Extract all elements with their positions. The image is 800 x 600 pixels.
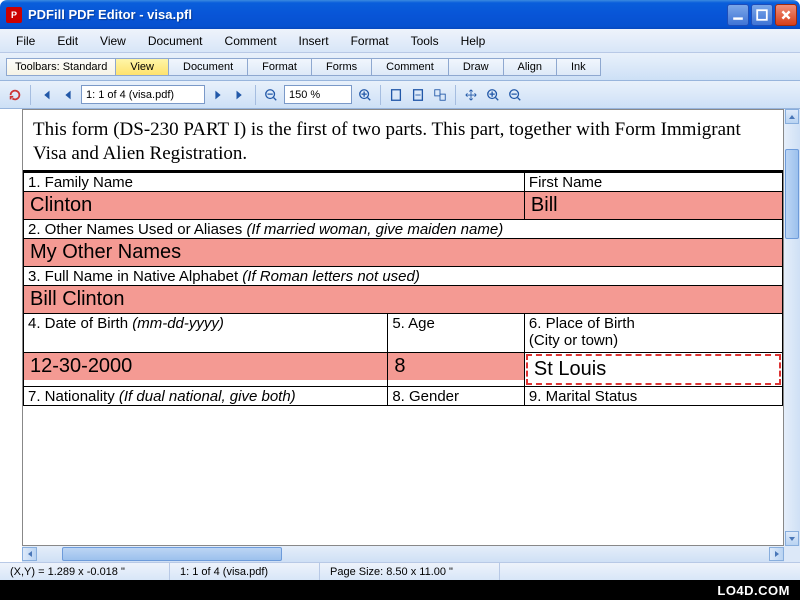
label-age: 5. Age bbox=[388, 314, 524, 332]
first-page-icon[interactable] bbox=[37, 86, 55, 104]
scroll-left-icon[interactable] bbox=[22, 547, 37, 561]
next-page-icon[interactable] bbox=[209, 86, 227, 104]
app-icon: P bbox=[6, 7, 22, 23]
document-viewport[interactable]: This form (DS-230 PART I) is the first o… bbox=[22, 109, 784, 546]
status-coords: (X,Y) = 1.289 x -0.018 " bbox=[0, 563, 170, 580]
menubar: File Edit View Document Comment Insert F… bbox=[0, 29, 800, 53]
field-dob[interactable]: 12-30-2000 bbox=[24, 353, 387, 380]
field-pob[interactable]: St Louis bbox=[526, 354, 781, 385]
label-pob-sub: (City or town) bbox=[525, 332, 782, 351]
scroll-up-icon[interactable] bbox=[785, 109, 799, 124]
maximize-button[interactable] bbox=[751, 4, 773, 26]
last-page-icon[interactable] bbox=[231, 86, 249, 104]
hscroll-thumb[interactable] bbox=[62, 547, 282, 561]
separator bbox=[255, 85, 256, 105]
menu-document[interactable]: Document bbox=[138, 31, 213, 51]
zoom-select[interactable] bbox=[284, 85, 352, 104]
actual-size-icon[interactable] bbox=[431, 86, 449, 104]
status-pagesize: Page Size: 8.50 x 11.00 " bbox=[320, 563, 500, 580]
zoom-out-icon[interactable] bbox=[262, 86, 280, 104]
label-dob: 4. Date of Birth (mm-dd-yyyy) bbox=[24, 314, 387, 332]
menu-file[interactable]: File bbox=[6, 31, 45, 51]
refresh-icon[interactable] bbox=[6, 86, 24, 104]
tab-view[interactable]: View bbox=[116, 58, 169, 76]
label-other-names: 2. Other Names Used or Aliases (If marri… bbox=[24, 220, 782, 238]
watermark: LO4D.COM bbox=[0, 580, 800, 600]
tab-document[interactable]: Document bbox=[169, 58, 248, 76]
menu-help[interactable]: Help bbox=[451, 31, 496, 51]
zoom-in-icon[interactable] bbox=[356, 86, 374, 104]
field-first-name[interactable]: Bill bbox=[525, 192, 782, 219]
menu-edit[interactable]: Edit bbox=[47, 31, 88, 51]
menu-insert[interactable]: Insert bbox=[289, 31, 339, 51]
prev-page-icon[interactable] bbox=[59, 86, 77, 104]
zoom-area-in-icon[interactable] bbox=[484, 86, 502, 104]
field-family-name[interactable]: Clinton bbox=[24, 192, 524, 219]
menu-tools[interactable]: Tools bbox=[401, 31, 449, 51]
label-nationality: 7. Nationality (If dual national, give b… bbox=[24, 387, 387, 405]
statusbar: (X,Y) = 1.289 x -0.018 " 1: 1 of 4 (visa… bbox=[0, 562, 800, 580]
toolbar-navigation bbox=[0, 81, 800, 109]
vertical-scrollbar[interactable] bbox=[784, 109, 800, 546]
field-native-alphabet[interactable]: Bill Clinton bbox=[24, 286, 782, 313]
window-titlebar: P PDFill PDF Editor - visa.pfl bbox=[0, 0, 800, 29]
tab-draw[interactable]: Draw bbox=[449, 58, 504, 76]
scroll-down-icon[interactable] bbox=[785, 531, 799, 546]
tab-comment[interactable]: Comment bbox=[372, 58, 449, 76]
form-table: 1. Family Name First Name Clinton Bill 2… bbox=[23, 172, 783, 406]
label-native-alphabet: 3. Full Name in Native Alphabet (If Roma… bbox=[24, 267, 782, 285]
zoom-area-out-icon[interactable] bbox=[506, 86, 524, 104]
toolbar-label[interactable]: Toolbars: Standard bbox=[6, 58, 116, 76]
label-marital: 9. Marital Status bbox=[525, 387, 782, 405]
separator bbox=[380, 85, 381, 105]
horizontal-scrollbar[interactable] bbox=[22, 546, 784, 562]
field-age[interactable]: 8 bbox=[388, 353, 524, 380]
fit-width-icon[interactable] bbox=[409, 86, 427, 104]
page-select[interactable] bbox=[81, 85, 205, 104]
tab-ink[interactable]: Ink bbox=[557, 58, 601, 76]
field-other-names[interactable]: My Other Names bbox=[24, 239, 782, 266]
close-button[interactable] bbox=[775, 4, 797, 26]
vscroll-thumb[interactable] bbox=[785, 149, 799, 239]
pan-icon[interactable] bbox=[462, 86, 480, 104]
fit-page-icon[interactable] bbox=[387, 86, 405, 104]
minimize-button[interactable] bbox=[727, 4, 749, 26]
scroll-right-icon[interactable] bbox=[769, 547, 784, 561]
label-family-name: 1. Family Name bbox=[24, 173, 524, 191]
tab-forms[interactable]: Forms bbox=[312, 58, 372, 76]
menu-view[interactable]: View bbox=[90, 31, 136, 51]
menu-format[interactable]: Format bbox=[341, 31, 399, 51]
form-header-text: This form (DS-230 PART I) is the first o… bbox=[23, 110, 783, 172]
label-pob: 6. Place of Birth bbox=[525, 314, 782, 332]
separator bbox=[30, 85, 31, 105]
tab-format[interactable]: Format bbox=[248, 58, 312, 76]
menu-comment[interactable]: Comment bbox=[215, 31, 287, 51]
separator bbox=[455, 85, 456, 105]
label-gender: 8. Gender bbox=[388, 387, 524, 405]
toolbar-tabs-row: Toolbars: Standard View Document Format … bbox=[0, 53, 800, 81]
window-title: PDFill PDF Editor - visa.pfl bbox=[28, 7, 727, 22]
content-area: This form (DS-230 PART I) is the first o… bbox=[0, 109, 800, 562]
label-first-name: First Name bbox=[525, 173, 782, 191]
tab-align[interactable]: Align bbox=[504, 58, 557, 76]
scroll-corner bbox=[784, 546, 800, 562]
status-page: 1: 1 of 4 (visa.pdf) bbox=[170, 563, 320, 580]
